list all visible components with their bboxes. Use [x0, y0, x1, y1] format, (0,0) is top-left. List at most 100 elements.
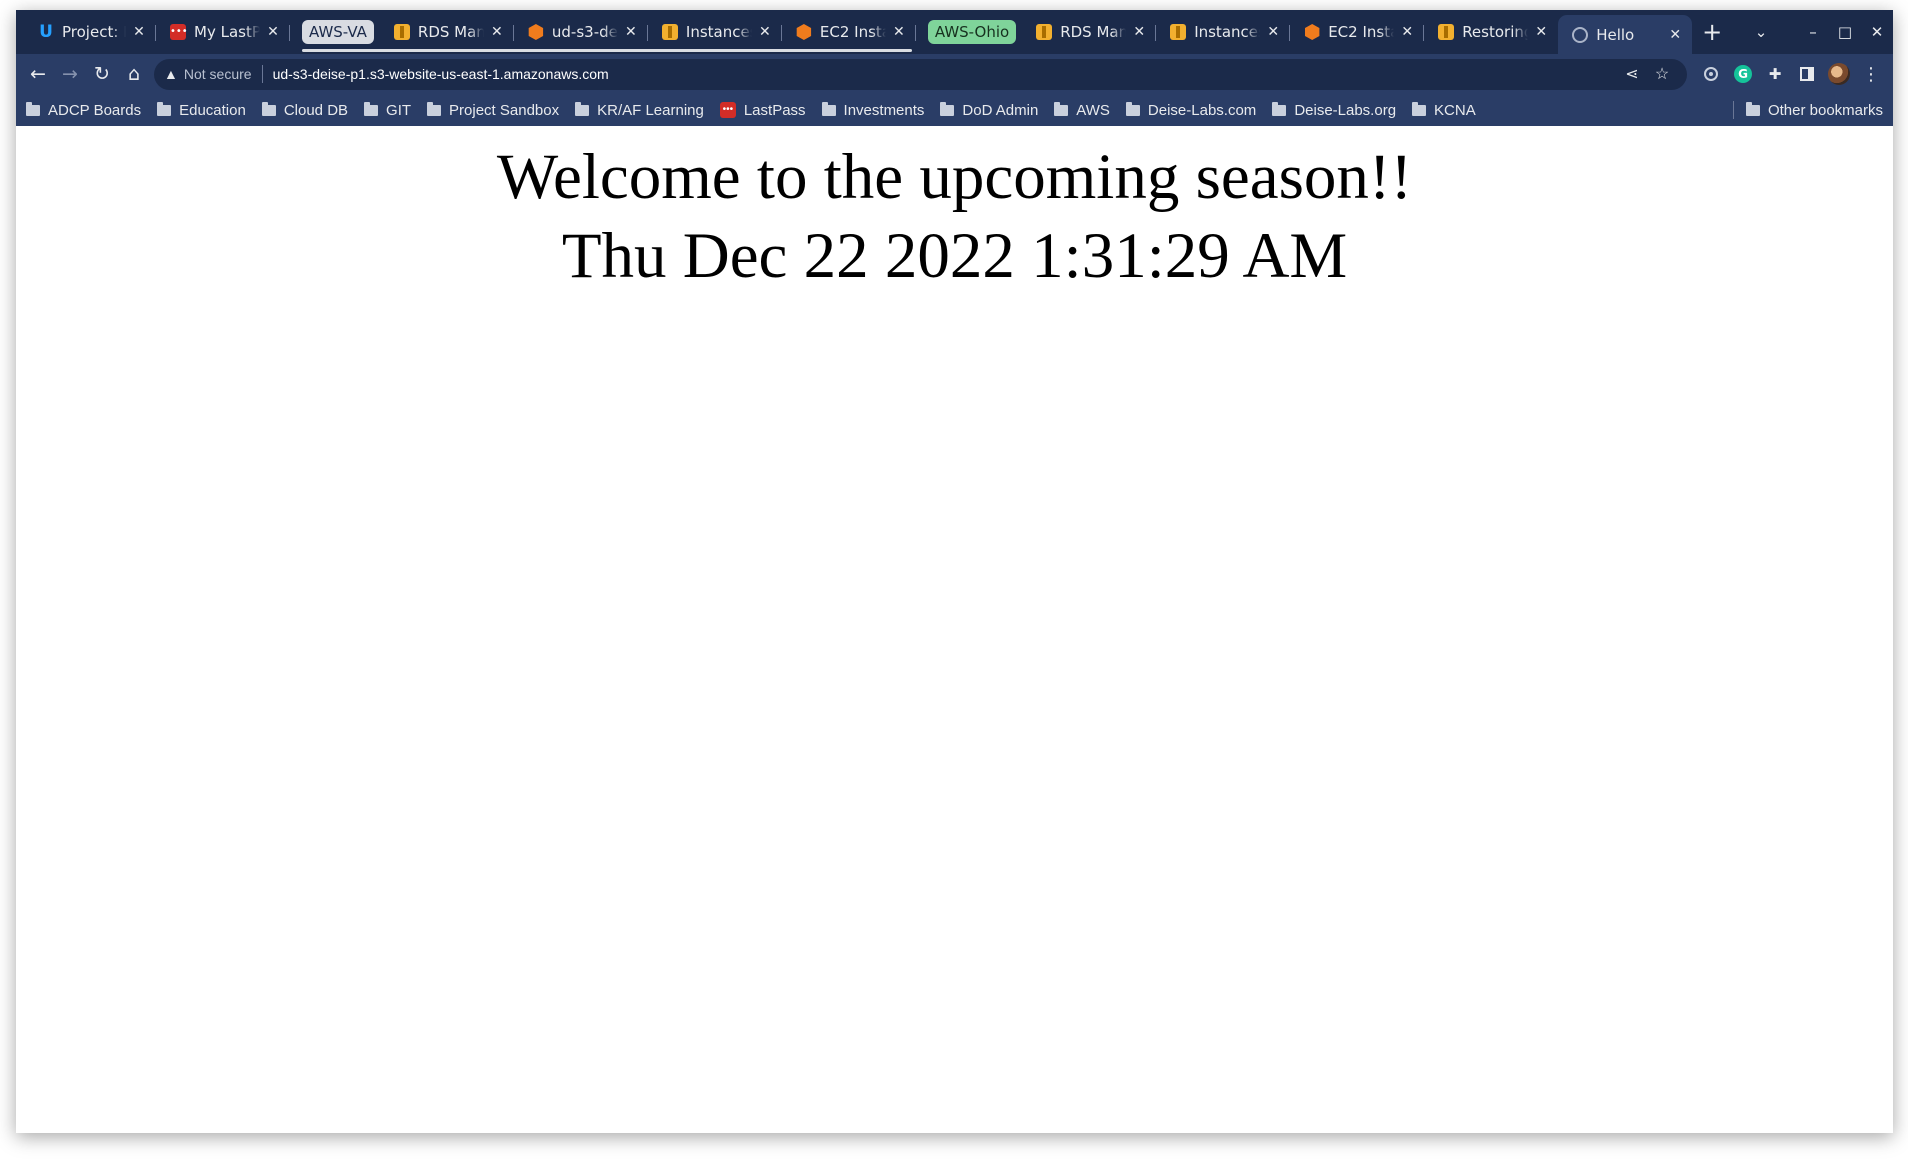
bookmark-cloud-db[interactable]: Cloud DB: [261, 101, 349, 119]
bookmark-label: GIT: [386, 101, 412, 119]
aws-hex-icon: [1304, 24, 1320, 40]
tab-title: Project: R: [62, 23, 126, 41]
close-icon[interactable]: ✕: [1398, 24, 1416, 40]
tab-ec2-instance-ohio[interactable]: EC2 Instan ✕: [1290, 15, 1425, 49]
tab-instances-ohio[interactable]: Instances ✕: [1156, 15, 1291, 49]
profile-avatar[interactable]: [1823, 63, 1855, 85]
folder-icon: [1125, 101, 1140, 116]
bookmark-project-sandbox[interactable]: Project Sandbox: [427, 101, 559, 119]
back-button[interactable]: ←: [22, 63, 54, 85]
window-controls: ⌄ – □ ✕: [1745, 10, 1893, 54]
folder-icon: [1745, 101, 1760, 116]
close-icon[interactable]: ✕: [1532, 24, 1550, 40]
tab-project[interactable]: U Project: R ✕: [24, 15, 156, 49]
tab-title: RDS Mana: [417, 23, 484, 41]
tab-restoring[interactable]: Restoring ✕: [1424, 15, 1558, 49]
bookmark-investments[interactable]: Investments: [821, 101, 925, 119]
bookmark-label: Investments: [843, 101, 925, 119]
aws-box-icon: [393, 24, 410, 40]
bookmark-star-icon[interactable]: ☆: [1647, 64, 1677, 84]
folder-icon: [1272, 101, 1287, 116]
tab-s3-bucket[interactable]: ud-s3-deis ✕: [514, 15, 648, 49]
forward-button[interactable]: →: [54, 63, 86, 85]
bookmark-kcna[interactable]: KCNA: [1412, 101, 1476, 119]
close-icon[interactable]: ✕: [622, 24, 640, 40]
bookmark-label: Cloud DB: [283, 101, 349, 119]
reload-button[interactable]: ↻: [86, 63, 118, 85]
tab-instances[interactable]: Instances ✕: [648, 15, 782, 49]
aws-hex-icon: [796, 24, 812, 40]
close-icon[interactable]: ✕: [756, 24, 774, 40]
page-heading: Welcome to the upcoming season!!: [496, 141, 1413, 213]
side-panel-icon[interactable]: [1791, 67, 1823, 81]
tab-ec2-instance[interactable]: EC2 Instan ✕: [782, 15, 916, 49]
tab-title: EC2 Instan: [1328, 23, 1394, 41]
grammarly-icon[interactable]: G: [1727, 65, 1759, 83]
folder-icon: [157, 101, 172, 116]
aws-box-icon: [661, 24, 678, 40]
aws-hex-icon: [528, 24, 544, 40]
other-bookmarks-area: Other bookmarks: [1732, 94, 1883, 126]
tab-hello-active[interactable]: Hello ✕: [1558, 15, 1693, 55]
folder-icon: [575, 101, 590, 116]
divider: [1732, 101, 1734, 119]
tab-group-aws-ohio[interactable]: AWS-Ohio: [927, 20, 1017, 44]
bookmark-deise-labs-com[interactable]: Deise-Labs.com: [1125, 101, 1256, 119]
menu-kebab-icon[interactable]: ⋮: [1855, 64, 1887, 85]
extensions-puzzle-icon[interactable]: ✚: [1759, 65, 1791, 83]
browser-chrome: U Project: R ✕ ••• My LastPa ✕ AWS-VA RD…: [16, 10, 1893, 126]
close-window-button[interactable]: ✕: [1861, 23, 1893, 41]
bookmark-label: Deise-Labs.org: [1294, 101, 1397, 119]
tab-rds-management[interactable]: RDS Mana ✕: [380, 15, 514, 49]
tab-lastpass[interactable]: ••• My LastPa ✕: [156, 15, 290, 49]
aws-box-icon: [1036, 24, 1053, 40]
url-text[interactable]: ud-s3-deise-p1.s3-website-us-east-1.amaz…: [273, 66, 1617, 82]
home-button[interactable]: ⌂: [118, 63, 150, 85]
folder-icon: [26, 101, 40, 116]
bookmark-label: ADCP Boards: [48, 101, 142, 119]
folder-icon: [364, 101, 379, 116]
tab-title: ud-s3-deis: [551, 23, 618, 41]
security-label[interactable]: Not secure: [184, 66, 252, 82]
bookmark-git[interactable]: GIT: [364, 101, 412, 119]
bookmark-kraf-learning[interactable]: KR/AF Learning: [575, 101, 704, 119]
lastpass-icon: •••: [719, 102, 736, 118]
new-tab-button[interactable]: +: [1692, 15, 1732, 49]
bookmark-label: Other bookmarks: [1767, 101, 1883, 119]
other-bookmarks[interactable]: Other bookmarks: [1745, 101, 1883, 119]
close-icon[interactable]: ✕: [1130, 24, 1148, 40]
bookmark-aws[interactable]: AWS: [1054, 101, 1110, 119]
close-icon[interactable]: ✕: [1666, 27, 1684, 43]
folder-icon: [1054, 101, 1069, 116]
minimize-button[interactable]: –: [1797, 23, 1829, 41]
close-icon[interactable]: ✕: [130, 24, 148, 40]
bookmark-education[interactable]: Education: [157, 101, 246, 119]
bookmark-label: KCNA: [1434, 101, 1476, 119]
close-icon[interactable]: ✕: [488, 24, 506, 40]
tab-rds-management-ohio[interactable]: RDS Mana ✕: [1022, 15, 1157, 49]
bookmark-adcp-boards[interactable]: ADCP Boards: [26, 101, 142, 119]
bookmark-deise-labs-org[interactable]: Deise-Labs.org: [1272, 101, 1397, 119]
folder-icon: [427, 101, 442, 116]
close-icon[interactable]: ✕: [264, 24, 282, 40]
bookmark-label: AWS: [1076, 101, 1110, 119]
extension-ring-icon[interactable]: [1695, 67, 1727, 81]
bookmark-dod-admin[interactable]: DoD Admin: [940, 101, 1038, 119]
address-bar[interactable]: ▲ Not secure ud-s3-deise-p1.s3-website-u…: [154, 58, 1687, 90]
share-icon[interactable]: ⋖: [1617, 64, 1647, 84]
aws-box-icon: [1170, 24, 1187, 40]
page-content: Welcome to the upcoming season!! Thu Dec…: [16, 138, 1893, 296]
tab-title: RDS Mana: [1060, 23, 1127, 41]
close-icon[interactable]: ✕: [890, 24, 908, 40]
tab-search-icon[interactable]: ⌄: [1745, 23, 1777, 41]
tab-title: Hello: [1596, 26, 1635, 44]
maximize-button[interactable]: □: [1829, 23, 1861, 41]
warning-icon[interactable]: ▲: [164, 66, 178, 82]
close-icon[interactable]: ✕: [1264, 24, 1282, 40]
tab-title: My LastPa: [194, 23, 260, 41]
tab-group-underline-aws-va: [302, 49, 912, 52]
lastpass-icon: •••: [170, 24, 188, 40]
tab-group-aws-va[interactable]: AWS-VA: [302, 20, 374, 44]
tab-title: Instances: [685, 23, 752, 41]
bookmark-lastpass[interactable]: ••• LastPass: [719, 102, 806, 119]
